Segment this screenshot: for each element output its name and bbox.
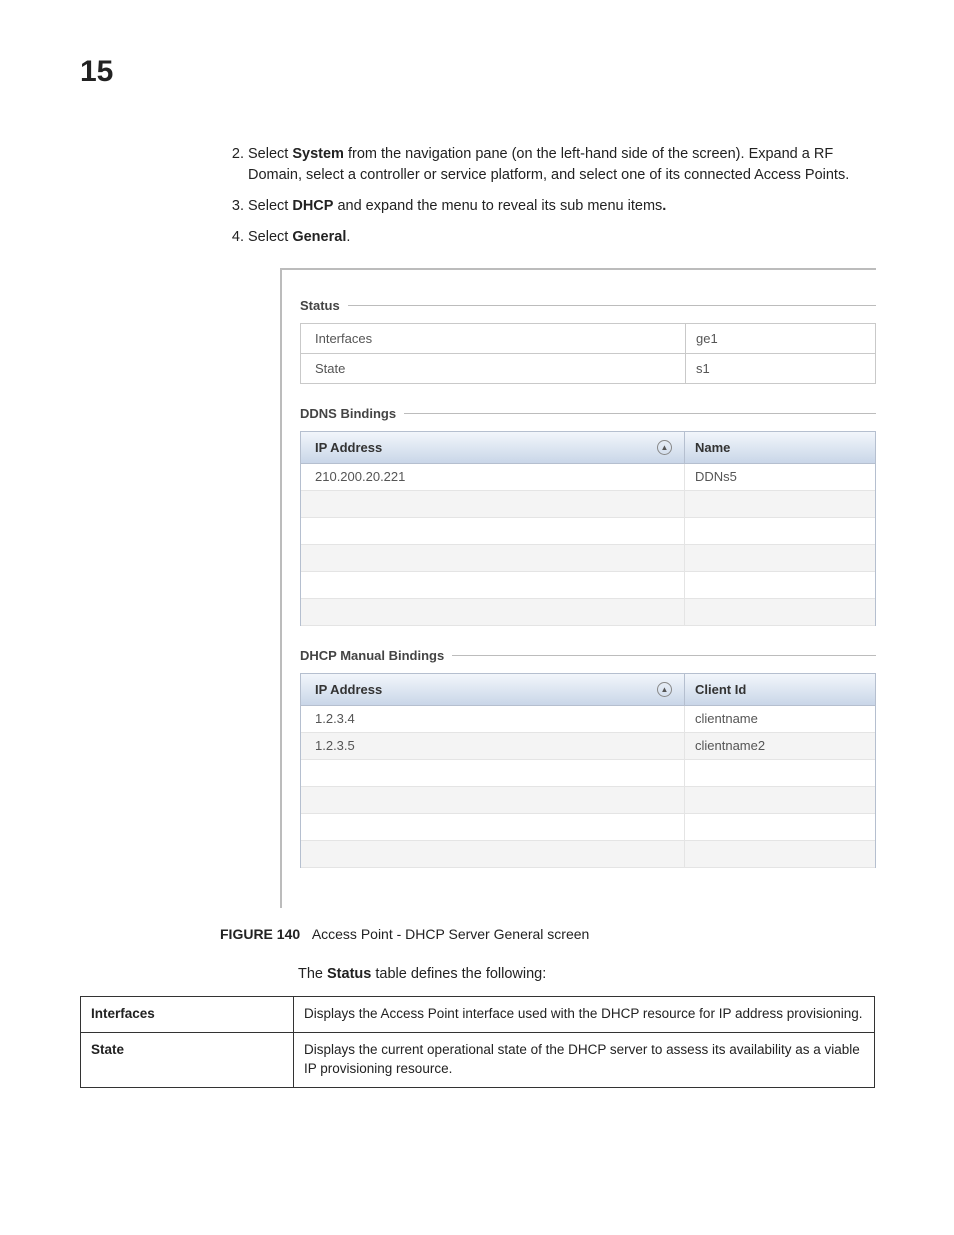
table-row[interactable] [301, 787, 875, 814]
manual-heading: DHCP Manual Bindings [300, 648, 876, 663]
cell: clientname2 [685, 733, 875, 759]
figure-number: FIGURE 140 [220, 926, 300, 942]
figure-caption: FIGURE 140 Access Point - DHCP Server Ge… [220, 926, 874, 942]
cell [685, 491, 875, 517]
text: and expand the menu to reveal its sub me… [333, 198, 662, 214]
sort-asc-icon[interactable]: ▲ [657, 682, 672, 697]
status-row: Interfaces ge1 [301, 324, 875, 354]
status-row-value: s1 [686, 354, 875, 383]
text: Select [248, 198, 292, 214]
table-row[interactable]: 1.2.3.5clientname2 [301, 733, 875, 760]
cell: DDNs5 [685, 464, 875, 490]
text: table defines the following: [371, 966, 546, 982]
client-id-column-header[interactable]: Client Id [685, 674, 875, 705]
paragraph: The Status table defines the following: [298, 966, 874, 982]
cell [685, 545, 875, 571]
cell: 1.2.3.4 [301, 706, 685, 732]
cell [301, 518, 685, 544]
cell [685, 518, 875, 544]
chapter-number: 15 [80, 55, 874, 89]
ddns-table-header[interactable]: IP Address ▲ Name [301, 432, 875, 464]
rule [348, 305, 876, 306]
cell: 210.200.20.221 [301, 464, 685, 490]
rule [404, 413, 876, 414]
cell [301, 599, 685, 625]
step-3: Select DHCP and expand the menu to revea… [248, 196, 874, 217]
column-label: IP Address [315, 682, 382, 697]
table-row[interactable] [301, 518, 875, 545]
dhcp-general-screenshot: Status Interfaces ge1 State s1 DDNS Bind… [280, 268, 876, 908]
cell [685, 814, 875, 840]
status-heading: Status [300, 298, 876, 313]
cell [685, 760, 875, 786]
table-row[interactable]: 210.200.20.221DDNs5 [301, 464, 875, 491]
dhcp-keyword: DHCP [292, 198, 333, 214]
cell [685, 572, 875, 598]
cell [301, 572, 685, 598]
text: Select [248, 229, 292, 245]
cell [301, 545, 685, 571]
cell [301, 787, 685, 813]
table-row[interactable] [301, 545, 875, 572]
def-desc: Displays the current operational state o… [294, 1032, 875, 1087]
cell: 1.2.3.5 [301, 733, 685, 759]
step-list: Select System from the navigation pane (… [220, 144, 874, 248]
table-row[interactable]: 1.2.3.4clientname [301, 706, 875, 733]
table-row[interactable] [301, 814, 875, 841]
def-row: State Displays the current operational s… [81, 1032, 875, 1087]
general-keyword: General [292, 229, 346, 245]
cell [301, 814, 685, 840]
system-keyword: System [292, 146, 344, 162]
status-row-label: State [301, 354, 686, 383]
rule [452, 655, 876, 656]
status-keyword: Status [327, 966, 371, 982]
ddns-label: DDNS Bindings [300, 406, 396, 421]
ddns-table: IP Address ▲ Name 210.200.20.221DDNs5 [300, 431, 876, 626]
manual-label: DHCP Manual Bindings [300, 648, 444, 663]
figure-title: Access Point - DHCP Server General scree… [312, 926, 590, 942]
name-column-header[interactable]: Name [685, 432, 875, 463]
period: . [662, 198, 666, 214]
sort-asc-icon[interactable]: ▲ [657, 440, 672, 455]
cell [685, 599, 875, 625]
manual-table: IP Address ▲ Client Id 1.2.3.4clientname… [300, 673, 876, 868]
text: Select [248, 146, 292, 162]
def-desc: Displays the Access Point interface used… [294, 997, 875, 1033]
table-row[interactable] [301, 760, 875, 787]
step-4: Select General. [248, 227, 874, 248]
status-label: Status [300, 298, 340, 313]
table-row[interactable] [301, 491, 875, 518]
status-row-value: ge1 [686, 324, 875, 353]
definition-table: Interfaces Displays the Access Point int… [80, 996, 875, 1088]
cell [301, 841, 685, 867]
ddns-heading: DDNS Bindings [300, 406, 876, 421]
cell [685, 841, 875, 867]
table-row[interactable] [301, 841, 875, 868]
status-row-label: Interfaces [301, 324, 686, 353]
column-label: IP Address [315, 440, 382, 455]
ip-address-column-header[interactable]: IP Address ▲ [301, 674, 685, 705]
manual-table-header[interactable]: IP Address ▲ Client Id [301, 674, 875, 706]
cell [301, 760, 685, 786]
ip-address-column-header[interactable]: IP Address ▲ [301, 432, 685, 463]
table-row[interactable] [301, 599, 875, 626]
cell [301, 491, 685, 517]
table-row[interactable] [301, 572, 875, 599]
cell: clientname [685, 706, 875, 732]
cell [685, 787, 875, 813]
def-row: Interfaces Displays the Access Point int… [81, 997, 875, 1033]
text: The [298, 966, 327, 982]
step-2: Select System from the navigation pane (… [248, 144, 874, 186]
status-row: State s1 [301, 354, 875, 384]
def-term: State [81, 1032, 294, 1087]
text: . [346, 229, 350, 245]
status-table: Interfaces ge1 State s1 [300, 323, 876, 384]
def-term: Interfaces [81, 997, 294, 1033]
